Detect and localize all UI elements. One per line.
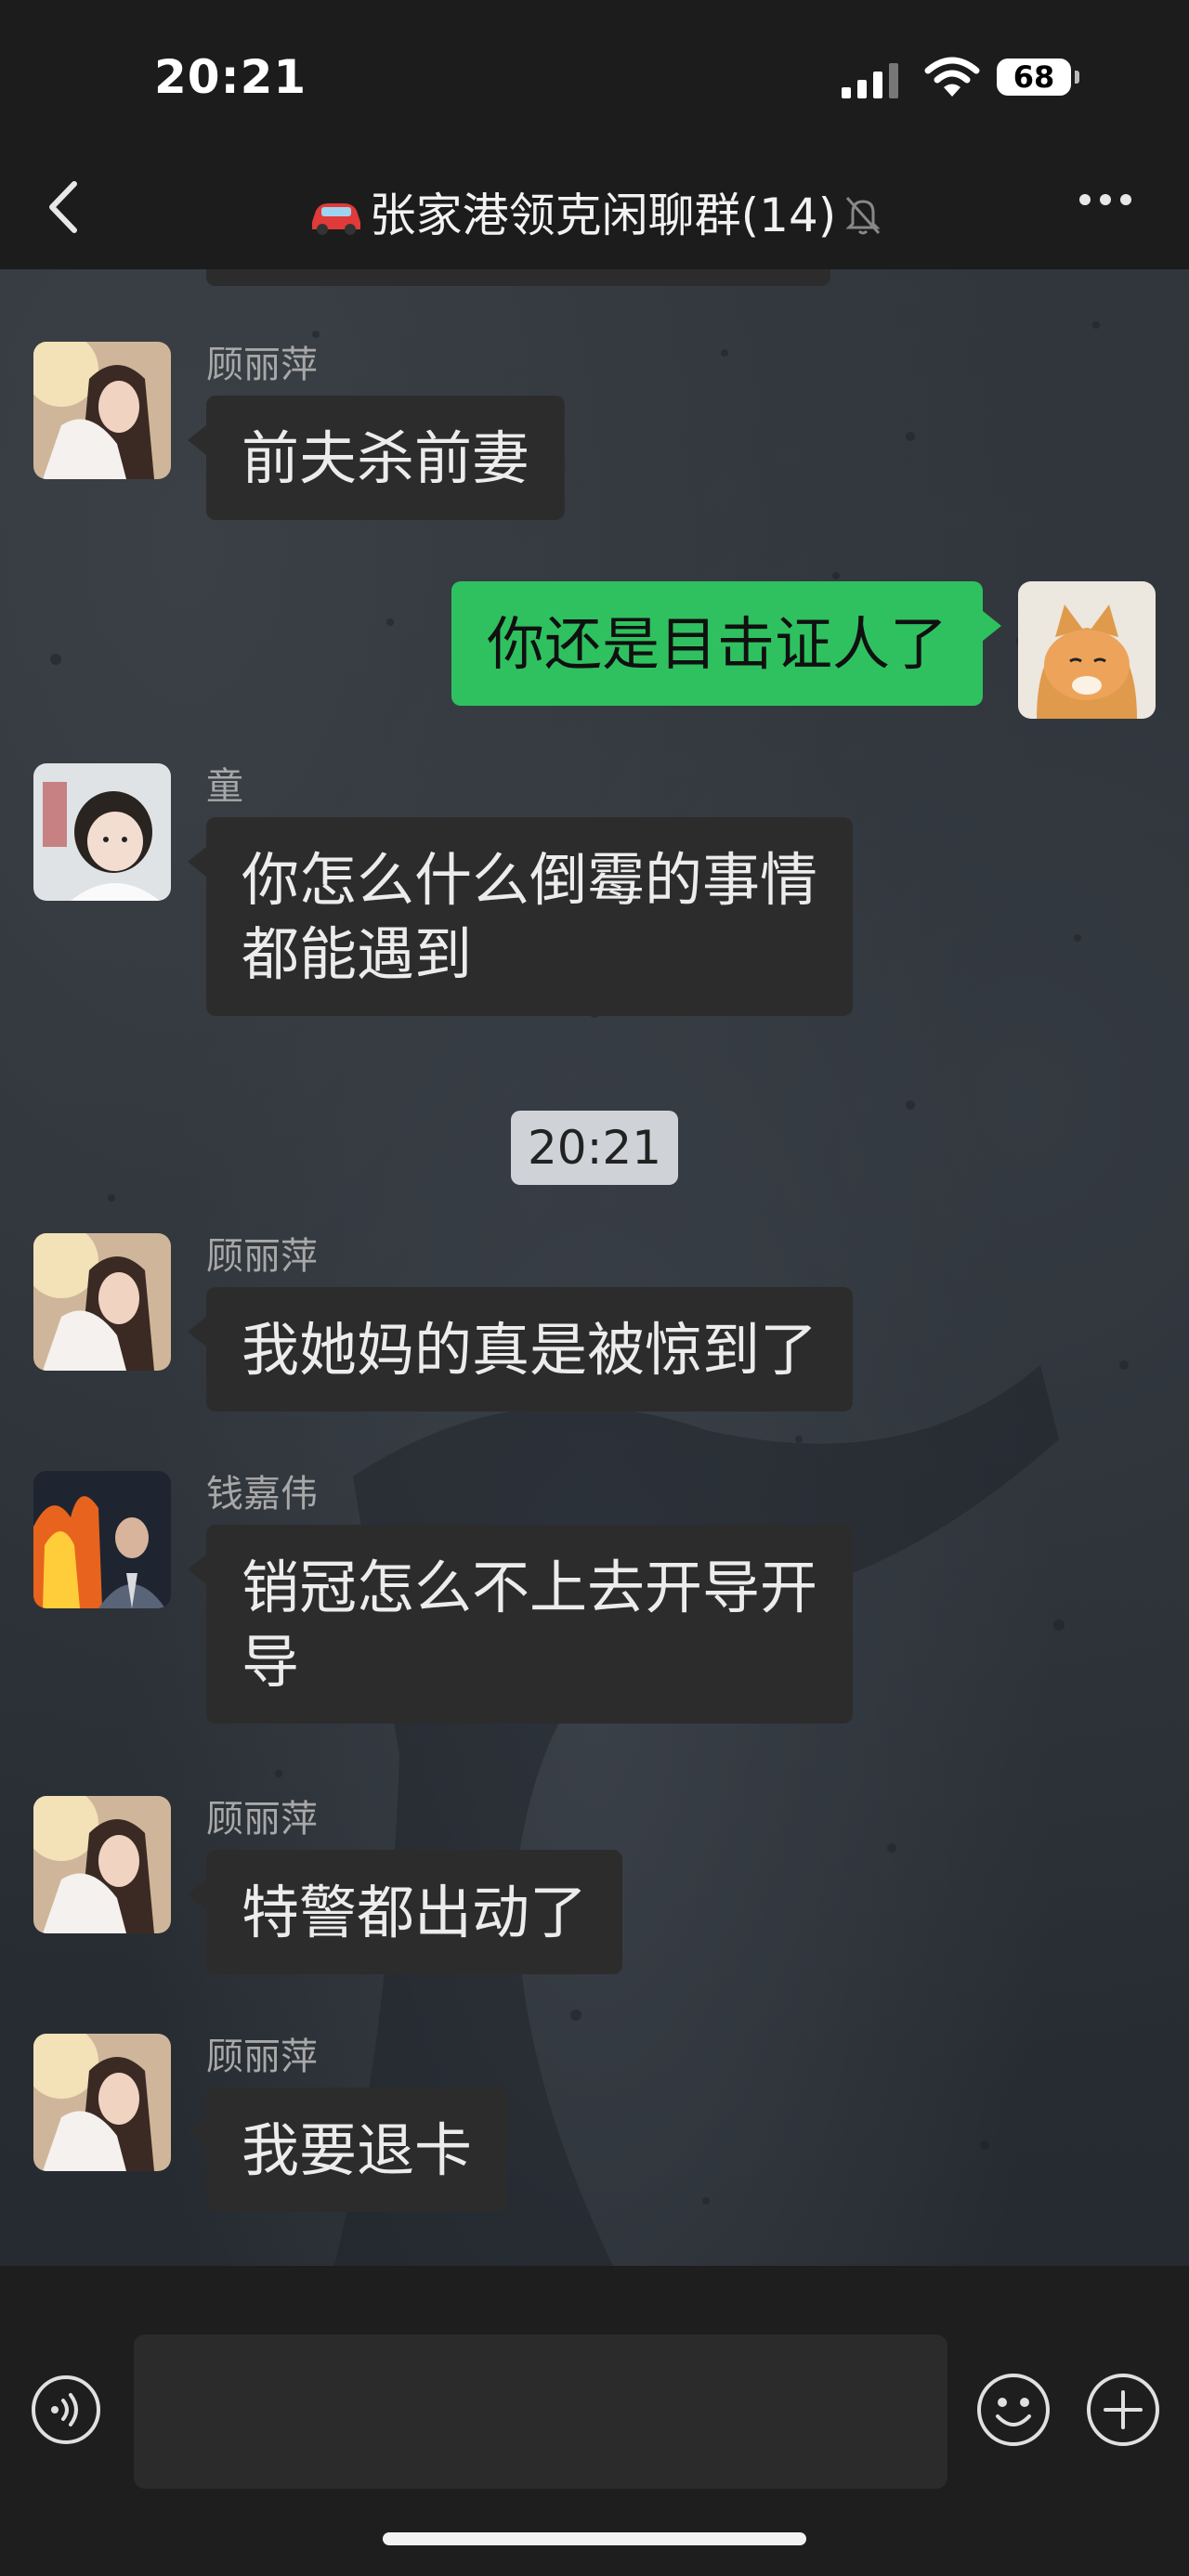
sender-name: 顾丽萍 [206,1798,318,1841]
battery-level: 68 [1013,59,1055,95]
sender-name: 顾丽萍 [206,344,318,386]
woman-photo-avatar[interactable] [33,1796,171,1933]
sender-name: 顾丽萍 [206,1235,318,1278]
message-line: 导 [242,1628,300,1696]
wifi-icon [924,57,980,97]
input-bar [0,2266,1189,2576]
signal-icon [842,63,898,98]
more-dot [1100,194,1111,205]
message-bubble[interactable]: 我要退卡 [187,2088,508,2212]
message-input[interactable] [134,2335,947,2489]
home-indicator[interactable] [383,2532,806,2545]
timestamp-divider: 20:21 [511,1111,678,1185]
message-bubble[interactable]: 我她妈的真是被惊到了 [187,1287,854,1412]
more-dot [1079,194,1091,205]
chat-title[interactable]: 张家港领克闲聊群(14) [0,178,1189,245]
chat-screen: 20:21 68 张家港领克闲聊群(14) 顾丽萍 前夫杀前妻 你还是目击证人了… [0,0,1189,2576]
woman-photo-avatar[interactable] [33,2034,171,2171]
clipped-message-bubble [206,269,830,286]
more-dots-icon[interactable] [1079,191,1144,219]
woman-photo-avatar[interactable] [33,1233,171,1371]
message-bubble[interactable]: 你怎么什么倒霉的事情 都能遇到 [187,817,854,1016]
battery-icon: 68 [997,59,1079,96]
message-bubble[interactable]: 销冠怎么不上去开导开导 [187,1525,854,1724]
message-line: 都能遇到 [242,920,473,988]
emoji-icon[interactable] [975,2372,1052,2448]
car-icon [311,203,360,235]
status-time: 20:21 [154,50,307,104]
voice-icon[interactable] [30,2374,102,2446]
message-bubble-self[interactable]: 你还是目击证人了 [451,581,1002,706]
message-bubble[interactable]: 特警都出动了 [187,1850,623,1974]
chat-title-text: 张家港领克闲聊群(14) [369,189,837,242]
message-bubble[interactable]: 前夫杀前妻 [187,396,566,520]
message-line: 销冠怎么不上去开导开 [242,1554,818,1621]
bell-slash-icon [845,196,881,235]
message-list[interactable]: 顾丽萍 前夫杀前妻 你还是目击证人了 童 你怎么什么倒霉的事情 都能遇到 20:2… [0,269,1189,2266]
nav-bar: 张家港领克闲聊群(14) [0,149,1189,269]
more-dot [1120,194,1131,205]
woman-photo-avatar[interactable] [33,342,171,479]
plus-icon[interactable] [1085,2372,1161,2448]
fire-man-avatar[interactable] [33,1471,171,1608]
message-line: 你怎么什么倒霉的事情 [242,846,818,914]
sender-name: 童 [206,765,243,808]
sender-name: 顾丽萍 [206,2036,318,2078]
child-photo-avatar[interactable] [33,763,171,901]
status-bar: 20:21 68 [0,0,1189,149]
sender-name: 钱嘉伟 [206,1473,318,1516]
cat-photo-avatar[interactable] [1018,581,1156,719]
